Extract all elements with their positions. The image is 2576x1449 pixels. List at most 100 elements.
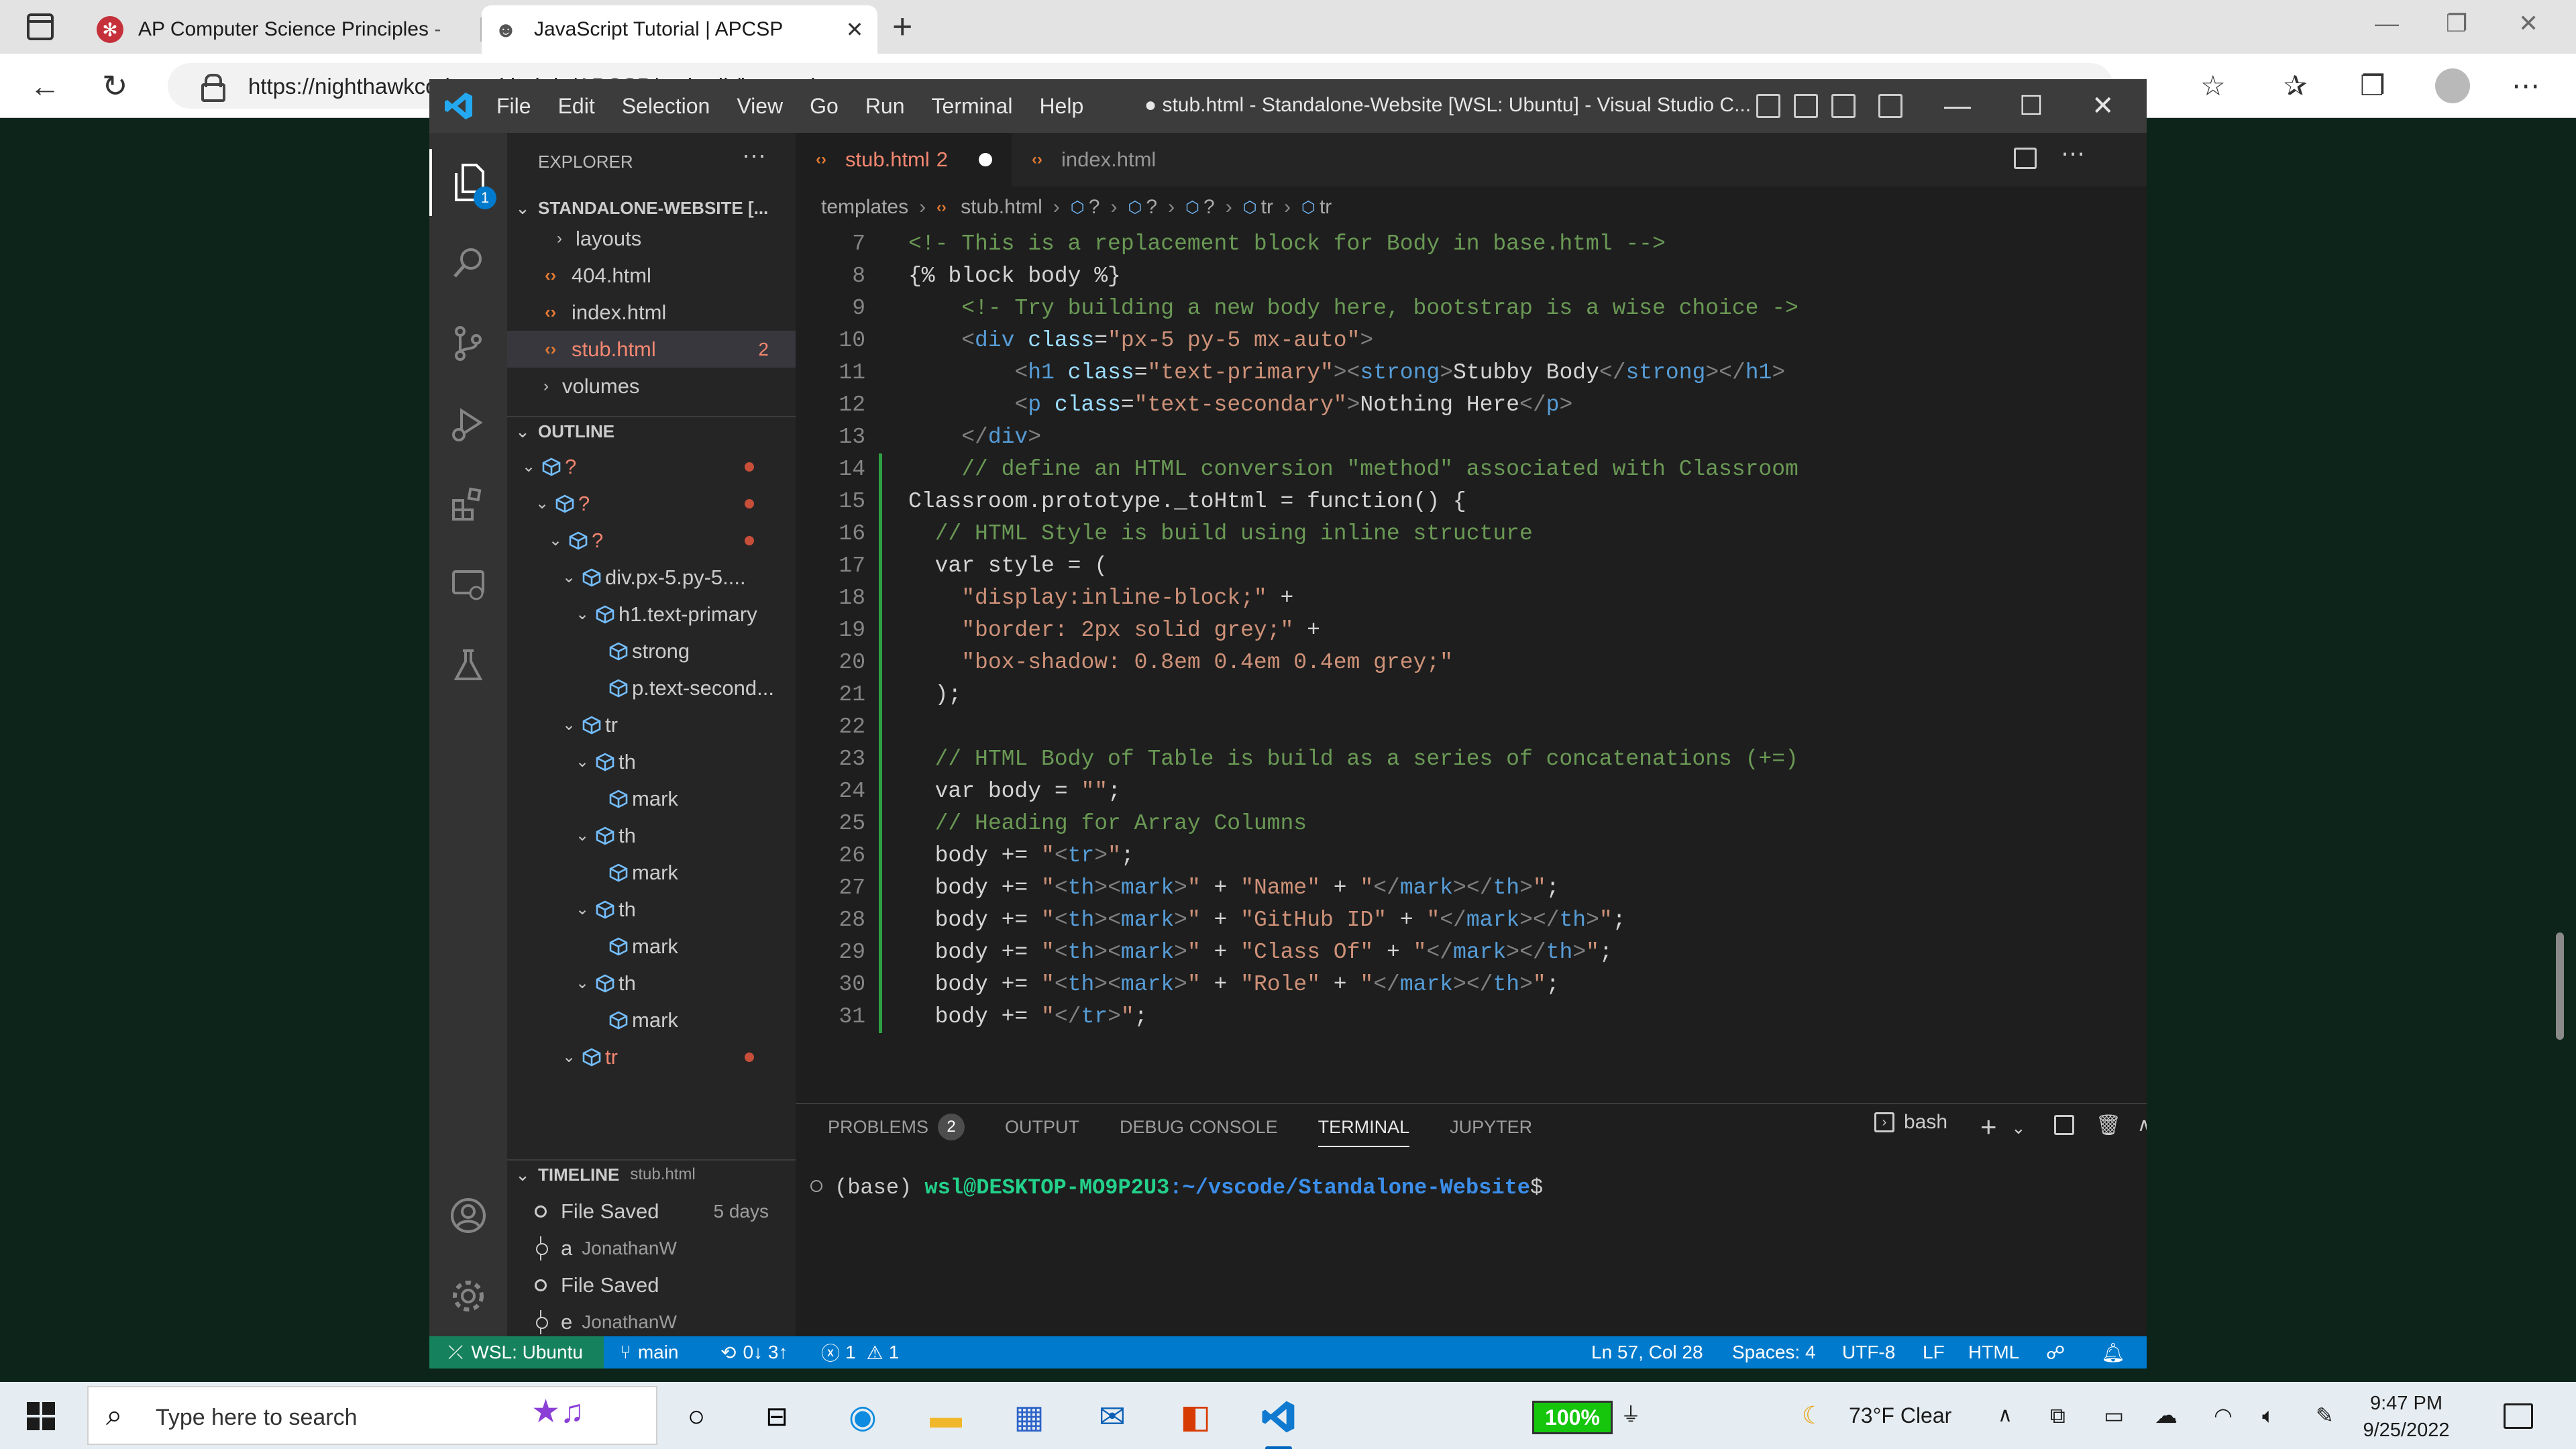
code-line[interactable]: 29 body += "<th><mark>" + "Class Of" + "… — [796, 936, 2070, 969]
outline-section[interactable]: ⌄ OUTLINE — [507, 416, 796, 445]
code-line[interactable]: 25 // Heading for Array Columns — [796, 808, 2070, 840]
tree-file-stub[interactable]: ‹› stub.html 2 — [507, 331, 796, 368]
code-line[interactable]: 30 body += "<th><mark>" + "Role" + "</ma… — [796, 969, 2070, 1001]
restore-icon[interactable]: ❐ — [2446, 9, 2467, 38]
windows-start-icon[interactable] — [27, 1402, 55, 1430]
more-menu-icon[interactable]: ⋯ — [2512, 70, 2540, 102]
editor-tab-stub[interactable]: ‹› stub.html 2 — [796, 133, 1012, 186]
outline-item[interactable]: ⌄ th — [507, 743, 796, 780]
split-editor-icon[interactable] — [2014, 148, 2037, 169]
menu-selection[interactable]: Selection — [622, 94, 710, 119]
problems-status[interactable]: ⓧ 1 ⚠ 1 — [821, 1336, 899, 1368]
code-line[interactable]: 22 — [796, 711, 2070, 743]
outline-item[interactable]: mark — [507, 928, 796, 965]
explorer-more-actions-icon[interactable]: ··· — [742, 141, 766, 169]
volume-speaker-icon[interactable]: 🔈︎ — [2262, 1397, 2275, 1434]
timeline-item[interactable]: File Saved 5 days — [507, 1193, 796, 1230]
line-ending[interactable]: LF — [1923, 1336, 1945, 1368]
edge-browser-icon[interactable]: ◉ — [837, 1391, 888, 1442]
taskbar-search-box[interactable]: ⌕ Type here to search ★♫ — [87, 1386, 657, 1445]
outline-item[interactable]: ⌄ th — [507, 817, 796, 854]
outline-item[interactable]: mark — [507, 780, 796, 817]
browser-tab-javascript-tutorial[interactable]: ☻ JavaScript Tutorial | APCSP ✕ — [482, 5, 877, 54]
menu-view[interactable]: View — [737, 94, 783, 119]
office-icon[interactable]: ◧ — [1170, 1391, 1221, 1442]
profile-avatar[interactable] — [2435, 68, 2470, 103]
code-line[interactable]: 13 </div> — [796, 421, 2070, 453]
outline-item[interactable]: mark — [507, 854, 796, 891]
code-line[interactable]: 11 <h1 class="text-primary"><strong>Stub… — [796, 357, 2070, 389]
code-line[interactable]: 28 body += "<th><mark>" + "GitHub ID" + … — [796, 904, 2070, 936]
vscode-minimize-icon[interactable]: — — [1944, 86, 1971, 126]
extensions-icon[interactable] — [429, 471, 507, 538]
lock-icon[interactable] — [201, 74, 225, 102]
outline-item[interactable]: ⌄ div.px-5.py-5.... — [507, 559, 796, 596]
system-clock[interactable]: 9:47 PM 9/25/2022 — [2356, 1390, 2457, 1444]
tree-file-index[interactable]: ‹› index.html — [507, 294, 796, 331]
task-view-icon[interactable]: ⊟ — [751, 1391, 802, 1442]
code-line[interactable]: 18 "display:inline-block;" + — [796, 582, 2070, 614]
notifications-bell-icon[interactable]: 🔔︎ — [2101, 1336, 2125, 1368]
workspace-root-section[interactable]: ⌄ STANDALONE-WEBSITE [... — [507, 193, 796, 223]
code-line[interactable]: 19 "border: 2px solid grey;" + — [796, 614, 2070, 647]
close-tab-icon[interactable]: ✕ — [841, 17, 868, 42]
code-line[interactable]: 20 "box-shadow: 0.8em 0.4em 0.4em grey;" — [796, 647, 2070, 679]
code-line[interactable]: 16 // HTML Style is build using inline s… — [796, 518, 2070, 550]
terminal-dropdown-chevron-icon[interactable]: ⌄ — [2011, 1118, 2026, 1138]
menu-help[interactable]: Help — [1039, 94, 1083, 119]
tree-folder-volumes[interactable]: › volumes — [507, 368, 796, 405]
outline-item[interactable]: mark — [507, 1002, 796, 1038]
source-control-icon[interactable] — [429, 310, 507, 377]
vscode-taskbar-icon[interactable] — [1253, 1391, 1304, 1449]
remote-indicator[interactable]: ⤫ WSL: Ubuntu — [429, 1336, 604, 1368]
new-tab-button[interactable]: + — [892, 7, 912, 47]
tab-output[interactable]: OUTPUT — [1005, 1104, 1079, 1150]
breadcrumb-folder[interactable]: templates — [821, 196, 908, 219]
minimize-icon[interactable]: — — [2375, 9, 2399, 38]
weather-text[interactable]: 73°F Clear — [1849, 1397, 1951, 1434]
code-line[interactable]: 8 {% block body %} — [796, 260, 2070, 292]
menu-file[interactable]: File — [496, 94, 531, 119]
cursor-position[interactable]: Ln 57, Col 28 — [1591, 1336, 1703, 1368]
breadcrumb-symbol[interactable]: tr — [1261, 196, 1273, 219]
meet-now-icon[interactable]: ⧉ — [2050, 1397, 2065, 1434]
timeline-item[interactable]: a JonathanW — [507, 1230, 796, 1267]
settings-gear-icon[interactable] — [429, 1263, 507, 1330]
timeline-section[interactable]: ⌄ TIMELINE stub.html — [507, 1159, 796, 1189]
run-debug-icon[interactable] — [429, 390, 507, 458]
tab-jupyter[interactable]: JUPYTER — [1450, 1104, 1532, 1150]
code-line[interactable]: 10 <div class="px-5 py-5 mx-auto"> — [796, 325, 2070, 357]
favorite-star-icon[interactable]: ☆ — [2200, 70, 2226, 102]
collections-icon[interactable]: ❐ — [2360, 70, 2385, 102]
breadcrumb-file[interactable]: stub.html — [961, 196, 1042, 219]
file-explorer-folder-icon[interactable]: ▬ — [920, 1391, 971, 1442]
browser-scrollbar-thumb[interactable] — [2556, 932, 2564, 1040]
browser-tab-apcsp[interactable]: ✻ AP Computer Science Principles - — [86, 5, 475, 54]
code-line[interactable]: 24 var body = ""; — [796, 775, 2070, 808]
breadcrumb-symbol[interactable]: ? — [1089, 196, 1100, 219]
tab-debug-console[interactable]: DEBUG CONSOLE — [1120, 1104, 1278, 1150]
close-window-icon[interactable]: ✕ — [2518, 9, 2538, 38]
battery-icon[interactable]: ▭ — [2104, 1397, 2124, 1434]
outline-item[interactable]: p.text-second... — [507, 669, 796, 706]
outline-item[interactable]: ⌄ h1.text-primary — [507, 596, 796, 633]
vscode-maximize-icon[interactable]: ☐ — [2019, 86, 2043, 126]
new-terminal-plus-icon[interactable]: + — [1980, 1111, 1997, 1143]
toggle-panel-icon[interactable] — [1794, 94, 1818, 118]
back-arrow-icon[interactable]: ← — [30, 68, 60, 103]
code-line[interactable]: 12 <p class="text-secondary">Nothing Her… — [796, 389, 2070, 421]
split-terminal-icon[interactable] — [2054, 1115, 2074, 1135]
pen-icon[interactable]: ✎ — [2316, 1397, 2334, 1434]
outline-item[interactable]: ⌄ th — [507, 891, 796, 928]
breadcrumb-symbol[interactable]: tr — [1320, 196, 1332, 219]
code-line[interactable]: 21 ); — [796, 679, 2070, 711]
unsaved-dot-icon[interactable] — [979, 153, 993, 166]
favorites-list-icon[interactable]: ✰ — [2284, 70, 2307, 102]
tab-problems[interactable]: PROBLEMS 2 — [828, 1104, 965, 1150]
feedback-icon[interactable]: ☍ — [2046, 1336, 2065, 1368]
indentation[interactable]: Spaces: 4 — [1732, 1336, 1816, 1368]
timeline-item[interactable]: File Saved — [507, 1267, 796, 1303]
language-mode[interactable]: HTML — [1968, 1336, 2019, 1368]
maximize-panel-chevron-icon[interactable]: ∧ — [2137, 1114, 2147, 1136]
battery-percentage[interactable]: 100% — [1532, 1401, 1613, 1434]
